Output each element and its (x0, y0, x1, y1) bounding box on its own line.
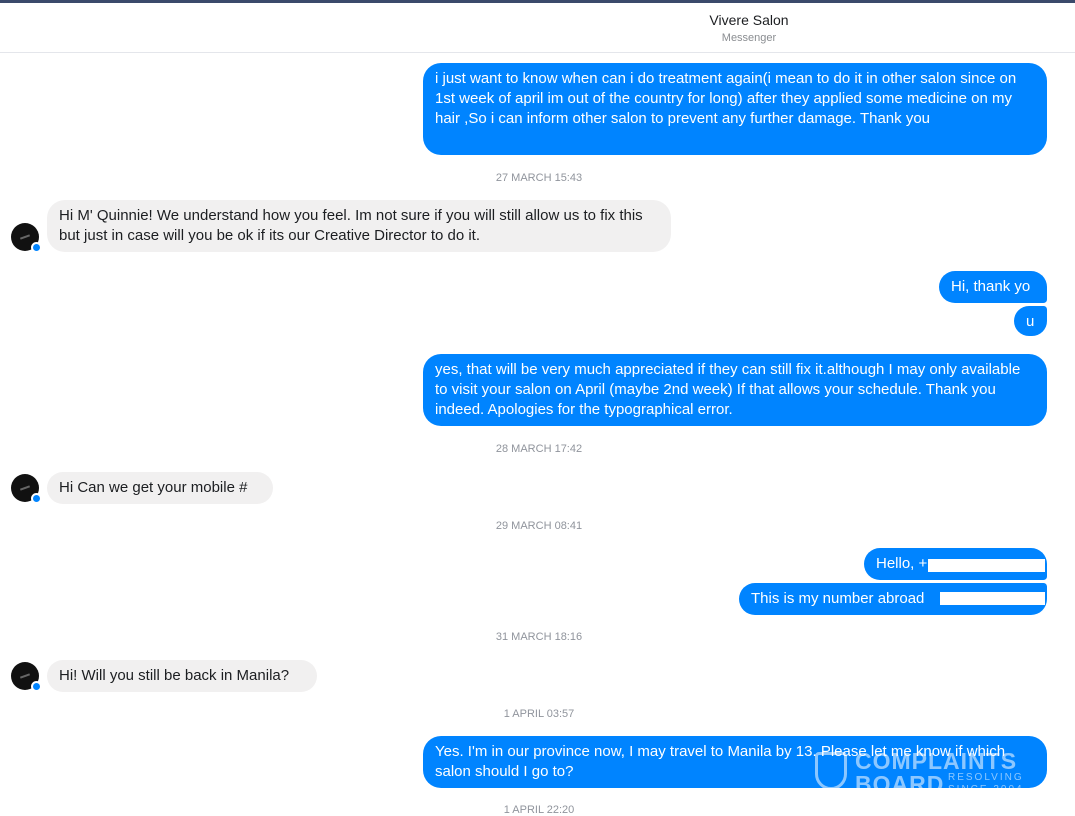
messenger-badge-icon (31, 681, 42, 692)
incoming-message: Hi! Will you still be back in Manila? (47, 660, 317, 692)
watermark-line4: SINCE 2004 (948, 784, 1024, 795)
timestamp: 28 MARCH 17:42 (495, 443, 583, 455)
outgoing-message: yes, that will be very much appreciated … (423, 354, 1047, 426)
watermark-line3: RESOLVING (948, 772, 1024, 783)
redaction-mark (928, 559, 1045, 572)
incoming-message: Hi Can we get your mobile # (47, 472, 273, 504)
salon-logo-mark (19, 234, 31, 240)
outgoing-message: Hi, thank yo (939, 271, 1047, 303)
salon-avatar (11, 474, 42, 504)
redaction-mark (940, 592, 1045, 605)
timestamp: 1 APRIL 22:20 (503, 804, 575, 816)
shield-icon (815, 752, 847, 790)
conversation-subtitle: Messenger (721, 32, 777, 44)
watermark-line2: BOARD (855, 771, 945, 797)
timestamp: 1 APRIL 03:57 (503, 708, 575, 720)
timestamp: 29 MARCH 08:41 (495, 520, 583, 532)
conversation-header: Vivere Salon Messenger (0, 3, 1075, 53)
salon-avatar (11, 662, 42, 692)
salon-avatar (11, 223, 42, 253)
timestamp: 31 MARCH 18:16 (495, 631, 583, 643)
outgoing-message: u (1014, 306, 1047, 336)
conversation-title: Vivere Salon (709, 12, 789, 28)
messenger-badge-icon (31, 242, 42, 253)
timestamp: 27 MARCH 15:43 (495, 172, 583, 184)
outgoing-message: i just want to know when can i do treatm… (423, 63, 1047, 155)
incoming-message: Hi M' Quinnie! We understand how you fee… (47, 200, 671, 252)
complaints-board-watermark: COMPLAINTS BOARD RESOLVING SINCE 2004 (815, 748, 1030, 797)
watermark-line1: COMPLAINTS (855, 748, 1018, 774)
salon-logo-mark (19, 485, 31, 491)
salon-logo-mark (19, 673, 31, 679)
messenger-badge-icon (31, 493, 42, 504)
